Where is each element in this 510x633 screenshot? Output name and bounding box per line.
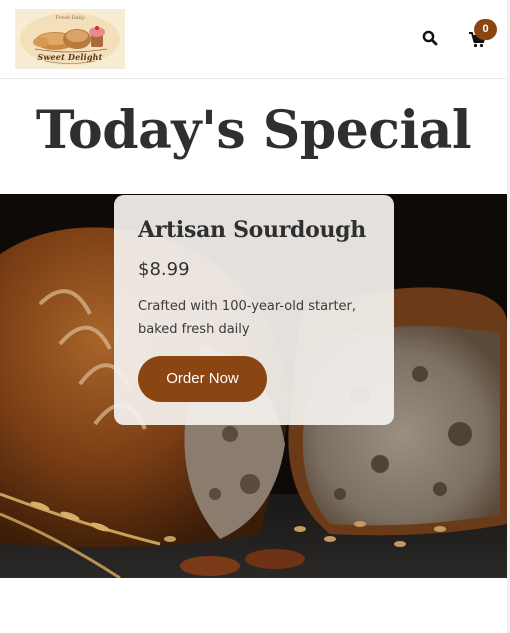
cart-count-badge: 0 [474,19,497,40]
search-icon [422,30,438,46]
page: Fresh Daily Sweet Delight 0 Today's Spec… [0,0,510,633]
product-price: $8.99 [138,259,190,280]
logo-tagline: Fresh Daily [55,15,85,21]
order-now-button[interactable]: Order Now [138,356,267,402]
search-button[interactable] [421,29,439,47]
product-name: Artisan Sourdough [138,217,366,243]
logo-name: Sweet Delight [37,52,103,62]
special-card: Artisan Sourdough $8.99 Crafted with 100… [114,195,394,425]
brand-logo[interactable]: Fresh Daily Sweet Delight [15,9,125,69]
product-description: Crafted with 100-year-old starter, baked… [138,299,357,337]
page-title: Today's Special [35,100,472,161]
site-header: Fresh Daily Sweet Delight 0 [0,0,507,79]
